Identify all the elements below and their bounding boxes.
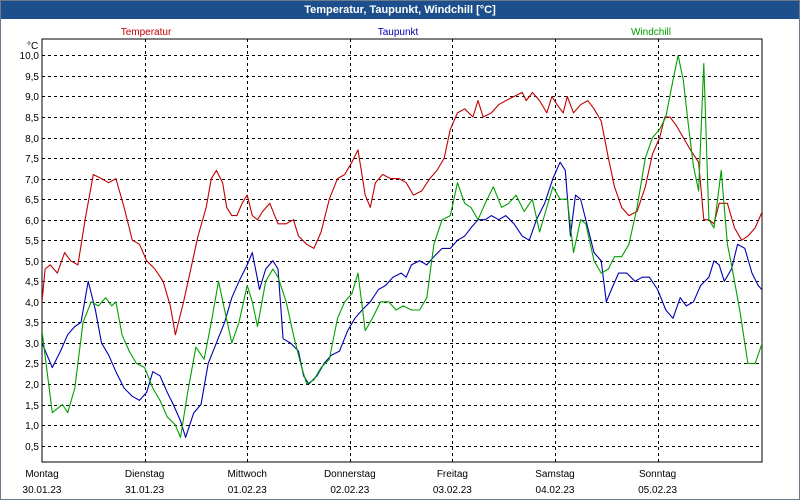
- y-tick-label: 6,5: [25, 195, 39, 206]
- y-tick-label: 4,0: [25, 298, 39, 309]
- y-tick-label: 1,5: [25, 401, 39, 412]
- y-tick-label: 4,5: [25, 277, 39, 288]
- x-tick-date: 03.02.23: [433, 485, 472, 496]
- legend-taupunkt: Taupunkt: [378, 27, 419, 38]
- y-tick-label: 5,5: [25, 236, 39, 247]
- y-tick-label: 8,0: [25, 134, 39, 145]
- x-tick-date: 02.02.23: [330, 485, 369, 496]
- x-tick-date: 01.02.23: [228, 485, 267, 496]
- y-tick-label: 9,0: [25, 92, 39, 103]
- x-tick-weekday: Dienstag: [125, 469, 164, 480]
- y-tick-label: 3,0: [25, 339, 39, 350]
- chart-canvas: °C 0,51,01,52,02,53,03,54,04,55,05,56,06…: [20, 27, 763, 496]
- y-tick-label: 3,5: [25, 318, 39, 329]
- y-tick-label: 2,5: [25, 359, 39, 370]
- x-tick-weekday: Montag: [25, 469, 58, 480]
- y-tick-label: 5,0: [25, 257, 39, 268]
- y-tick-label: 7,5: [25, 154, 39, 165]
- series-line-windchill: [42, 54, 762, 438]
- chart-window: Temperatur, Taupunkt, Windchill [°C] °C …: [0, 0, 800, 500]
- y-tick-label: 9,5: [25, 72, 39, 83]
- y-tick-label: 10,0: [20, 51, 40, 62]
- x-tick-date: 30.01.23: [23, 485, 62, 496]
- x-tick-weekday: Donnerstag: [324, 469, 376, 480]
- x-tick-weekday: Freitag: [437, 469, 468, 480]
- y-tick-label: 6,0: [25, 216, 39, 227]
- plot-area: [41, 38, 763, 463]
- legend-temperatur: Temperatur: [121, 27, 172, 38]
- x-tick-weekday: Mittwoch: [227, 469, 266, 480]
- x-tick-date: 04.02.23: [536, 485, 575, 496]
- x-tick-date: 05.02.23: [638, 485, 677, 496]
- series-line-taupunkt: [42, 161, 762, 438]
- y-tick-label: 1,0: [25, 421, 39, 432]
- x-tick-date: 31.01.23: [125, 485, 164, 496]
- x-tick-weekday: Sonntag: [639, 469, 676, 480]
- x-tick-weekday: Samstag: [535, 469, 574, 480]
- y-tick-label: 8,5: [25, 113, 39, 124]
- y-tick-label: 2,0: [25, 380, 39, 391]
- legend-windchill: Windchill: [631, 27, 671, 38]
- y-tick-label: 0,5: [25, 442, 39, 453]
- y-tick-label: 7,0: [25, 175, 39, 186]
